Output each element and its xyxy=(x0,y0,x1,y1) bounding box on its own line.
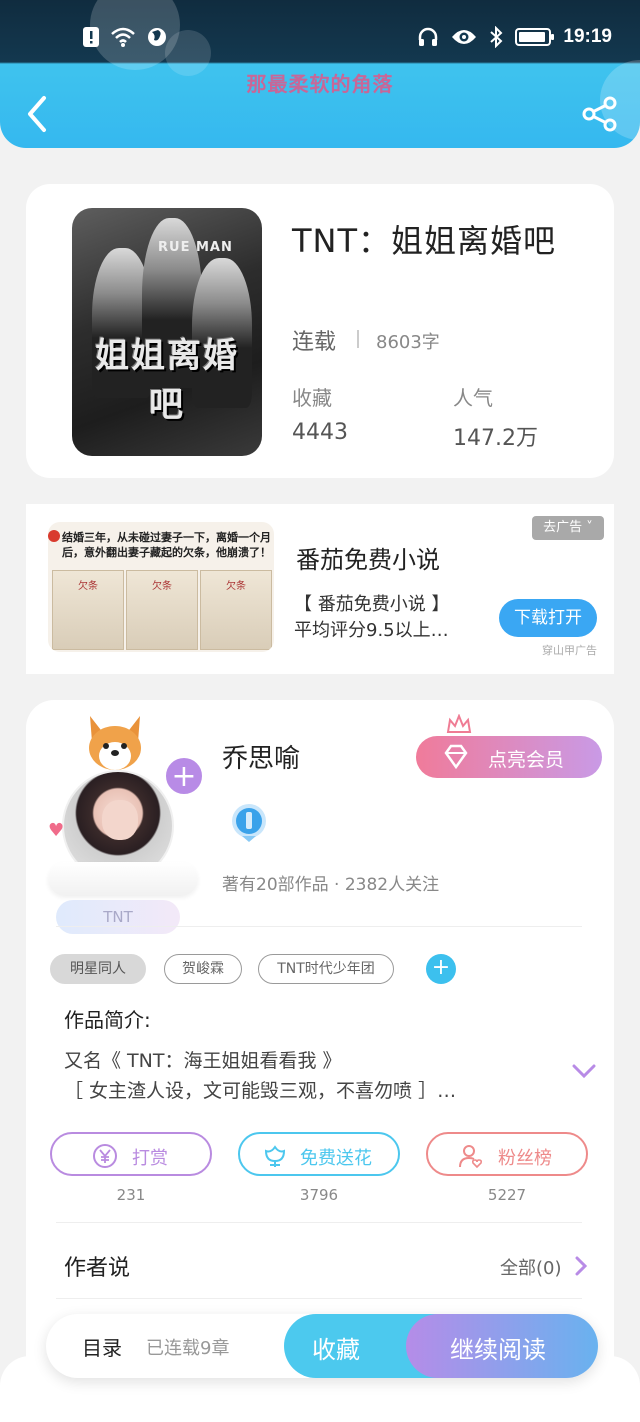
page-title: 那最柔软的角落 xyxy=(246,72,394,96)
cover-title: 姐姐离婚吧 xyxy=(95,336,239,425)
header: 19:19 那最柔软的角落 xyxy=(0,0,640,148)
divider xyxy=(56,1222,582,1223)
tip-label: 打赏 xyxy=(132,1148,168,1169)
follow-plus-button[interactable]: + xyxy=(164,756,204,796)
ad-dot xyxy=(48,530,60,542)
vip-label: 点亮会员 xyxy=(488,749,565,771)
user-heart-icon xyxy=(459,1145,483,1169)
book-title: TNT：姐姐离婚吧 xyxy=(292,222,557,260)
author-name[interactable]: 乔思喻 xyxy=(222,738,300,775)
author-says-title: 作者说 xyxy=(64,1256,131,1281)
fan-ranking-label: 粉丝榜 xyxy=(498,1148,552,1169)
divider xyxy=(357,330,359,348)
back-button[interactable] xyxy=(20,92,60,136)
headphones-icon xyxy=(419,27,438,46)
ad-source: 穿山甲广告 xyxy=(542,644,597,657)
diamond-icon xyxy=(444,744,468,770)
fan-ranking-button[interactable]: 粉丝榜 xyxy=(426,1132,588,1176)
ad-title: 番茄免费小说 xyxy=(296,546,440,574)
author-avatar-group[interactable]: ♥ TNT + xyxy=(48,712,204,934)
favorites-label: 收藏 xyxy=(292,386,332,410)
yen-icon xyxy=(93,1144,117,1168)
expand-chevron-icon[interactable] xyxy=(572,1062,596,1080)
chapter-count: 已连载9章 xyxy=(146,1338,230,1359)
heart-icon: ♥ xyxy=(48,820,65,841)
ad-image-headline: 结婚三年，从未碰过妻子一下，离婚一个月后，意外翻出妻子藏起的欠条，他崩溃了！ xyxy=(62,531,271,559)
vip-button[interactable]: 点亮会员 xyxy=(416,736,602,778)
favorites-value: 4443 xyxy=(292,420,348,445)
fan-count: 5227 xyxy=(487,1186,527,1204)
globe-icon xyxy=(148,28,166,46)
medal-icon xyxy=(232,804,266,842)
tip-button[interactable]: 打赏 xyxy=(50,1132,212,1176)
ad-image[interactable]: 结婚三年，从未碰过妻子一下，离婚一个月后，意外翻出妻子藏起的欠条，他崩溃了！ 欠… xyxy=(48,522,274,652)
flower-count: 3796 xyxy=(299,1186,339,1204)
ad-banner[interactable]: 结婚三年，从未碰过妻子一下，离婚一个月后，意外翻出妻子藏起的欠条，他崩溃了！ 欠… xyxy=(26,504,614,674)
toc-button[interactable]: 目录 xyxy=(82,1332,122,1361)
chevron-right-icon[interactable] xyxy=(574,1255,588,1277)
tip-count: 231 xyxy=(116,1186,146,1204)
ad-paper: 欠条 xyxy=(52,570,124,650)
wifi-icon xyxy=(111,27,135,47)
clock: 19:19 xyxy=(563,26,612,47)
tag-item[interactable]: 贺峻霖 xyxy=(164,954,242,984)
corgi-icon xyxy=(89,716,141,770)
divider xyxy=(56,926,582,927)
tag-item[interactable]: TNT时代少年团 xyxy=(258,954,394,984)
ad-description: 【 番茄免费小说 】 平均评分9.5以上… xyxy=(294,594,450,641)
author-says-all-link[interactable]: 全部(0) xyxy=(500,1254,562,1280)
intro-line: ［ 女主渣人设，文可能毁三观，不喜勿喷 ］… xyxy=(64,1080,457,1102)
book-cover[interactable]: RUE MAN 姐姐离婚吧 xyxy=(72,208,262,456)
continue-reading-button[interactable]: 继续阅读 xyxy=(406,1314,598,1378)
share-button[interactable] xyxy=(580,94,620,134)
category-tag[interactable]: 明星同人 xyxy=(50,954,146,984)
crown-icon xyxy=(446,714,472,733)
bluetooth-icon xyxy=(490,26,503,48)
cover-subtitle: RUE MAN xyxy=(158,240,233,255)
status-bar: 19:19 xyxy=(0,22,640,58)
book-status: 连载 xyxy=(292,330,337,355)
flower-icon xyxy=(264,1145,286,1167)
ad-download-button[interactable]: 下载打开 xyxy=(499,599,597,637)
word-count: 8603字 xyxy=(376,332,440,353)
avatar-tag: TNT xyxy=(56,900,180,934)
author-meta: 著有20部作品 · 2382人关注 xyxy=(222,875,440,895)
avatar-cloud-decor xyxy=(48,862,198,896)
popularity-label: 人气 xyxy=(453,386,493,410)
intro-title: 作品简介: xyxy=(64,1008,151,1032)
alert-icon xyxy=(83,27,99,47)
add-tag-button[interactable]: + xyxy=(426,954,456,984)
remove-ad-button[interactable]: 去广告 ˅ xyxy=(532,516,604,540)
intro-line: 又名《 TNT：海王姐姐看看我 》 xyxy=(64,1050,342,1072)
divider xyxy=(56,1298,582,1299)
book-info-card: RUE MAN 姐姐离婚吧 TNT：姐姐离婚吧 连载 8603字 收藏 人气 4… xyxy=(26,184,614,478)
eye-icon xyxy=(452,30,477,44)
send-flower-button[interactable]: 免费送花 xyxy=(238,1132,400,1176)
ad-paper: 欠条 xyxy=(126,570,198,650)
battery-icon xyxy=(515,28,555,46)
send-flower-label: 免费送花 xyxy=(300,1148,372,1169)
bottom-action-bar: 目录 已连载9章 收藏 继续阅读 xyxy=(46,1314,598,1378)
popularity-value: 147.2万 xyxy=(453,426,538,451)
ad-paper: 欠条 xyxy=(200,570,272,650)
